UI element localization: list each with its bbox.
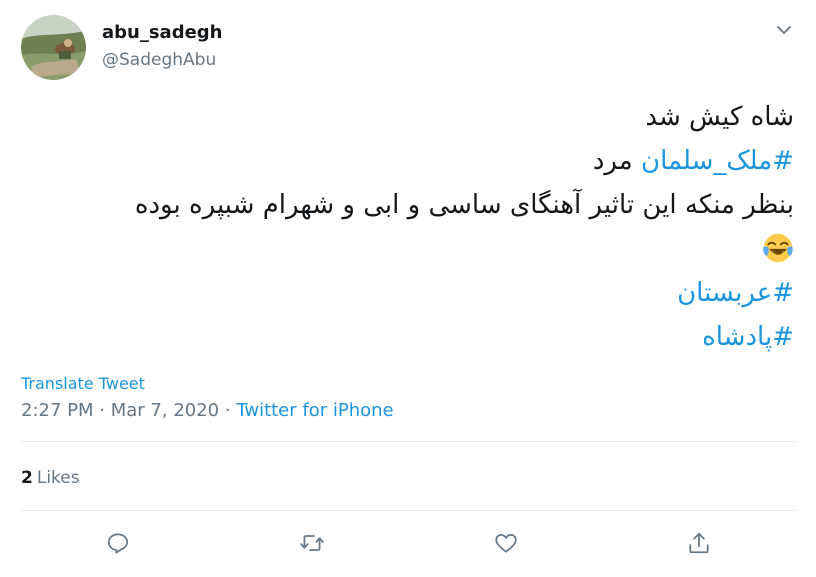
meta-separator: ·	[224, 400, 231, 421]
hashtag-link[interactable]: #ملک_سلمان	[641, 146, 794, 176]
hashtag-link[interactable]: #پادشاه	[702, 322, 794, 352]
retweet-icon[interactable]	[299, 530, 325, 556]
tweet-line: بنظر منکه این تاثیر آهنگای ساسی و ابی و …	[134, 190, 794, 220]
divider	[21, 510, 796, 511]
likes-number: 2	[21, 468, 33, 488]
reply-icon[interactable]	[105, 530, 131, 556]
tweet-line: #پادشاه	[24, 315, 794, 359]
meta-separator: ·	[99, 400, 105, 421]
tweet-date[interactable]: Mar 7, 2020	[111, 400, 219, 421]
tweet-text-fragment: مرد	[592, 146, 633, 176]
chevron-down-icon[interactable]	[774, 20, 794, 40]
likes-label: Likes	[36, 468, 80, 488]
user-handle: @SadeghAbu	[102, 50, 217, 70]
share-icon[interactable]	[686, 530, 712, 556]
tweet-source-link[interactable]: Twitter for iPhone	[236, 400, 393, 421]
avatar[interactable]	[21, 15, 86, 80]
tweet-line: #ملک_سلمان مرد	[24, 139, 794, 183]
like-icon[interactable]	[493, 530, 519, 556]
tweet-text: شاه کیش شد #ملک_سلمان مرد بنظر منکه این …	[24, 95, 794, 359]
likes-count[interactable]: 2 Likes	[21, 468, 80, 488]
hashtag-link[interactable]: #عربستان	[677, 278, 794, 308]
face-with-tears-of-joy-icon	[763, 233, 793, 262]
tweet-time[interactable]: 2:27 PM	[21, 400, 94, 421]
divider	[21, 441, 796, 442]
tweet-line: شاه کیش شد	[645, 102, 794, 132]
tweet-meta: 2:27 PM · Mar 7, 2020 · Twitter for iPho…	[21, 400, 394, 421]
display-name[interactable]: abu_sadegh	[102, 22, 223, 43]
tweet-line: #عربستان	[24, 271, 794, 315]
translate-tweet-link[interactable]: Translate Tweet	[21, 374, 145, 393]
tweet-line	[24, 227, 794, 271]
